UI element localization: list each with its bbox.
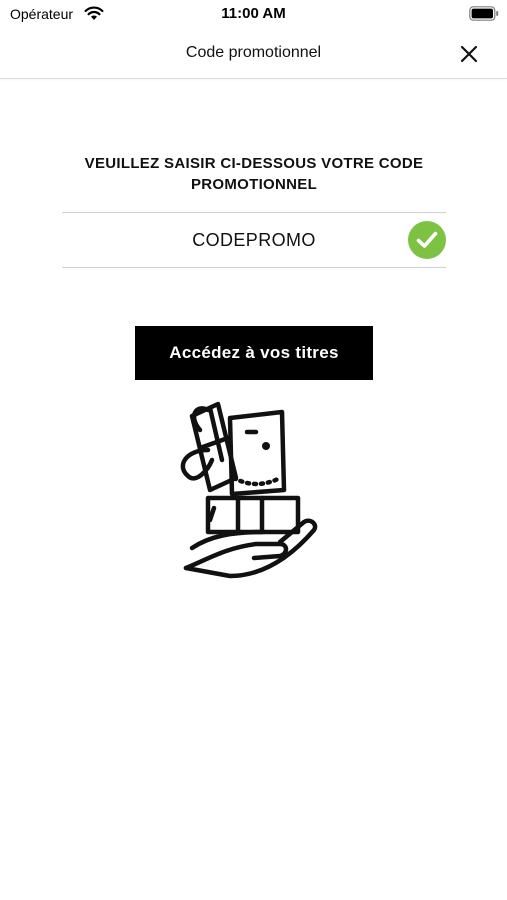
promo-code-value[interactable]: CODEPROMO [62, 230, 446, 251]
promo-code-field[interactable]: CODEPROMO [62, 212, 446, 268]
page-title: Code promotionnel [185, 44, 322, 61]
gift-in-hand-illustration [180, 401, 318, 579]
promo-instruction: VEUILLEZ SAISIR CI-DESSOUS VOTRE CODE PR… [84, 155, 424, 193]
nav-bar: Code promotionnel [0, 30, 507, 79]
close-icon[interactable] [457, 42, 481, 66]
status-bar: Opérateur 11:00 AM [0, 0, 507, 30]
battery-icon [469, 6, 499, 21]
check-circle-icon [408, 221, 446, 259]
access-titles-button[interactable]: Accédez à vos titres [135, 326, 373, 380]
status-time: 11:00 AM [221, 5, 286, 22]
